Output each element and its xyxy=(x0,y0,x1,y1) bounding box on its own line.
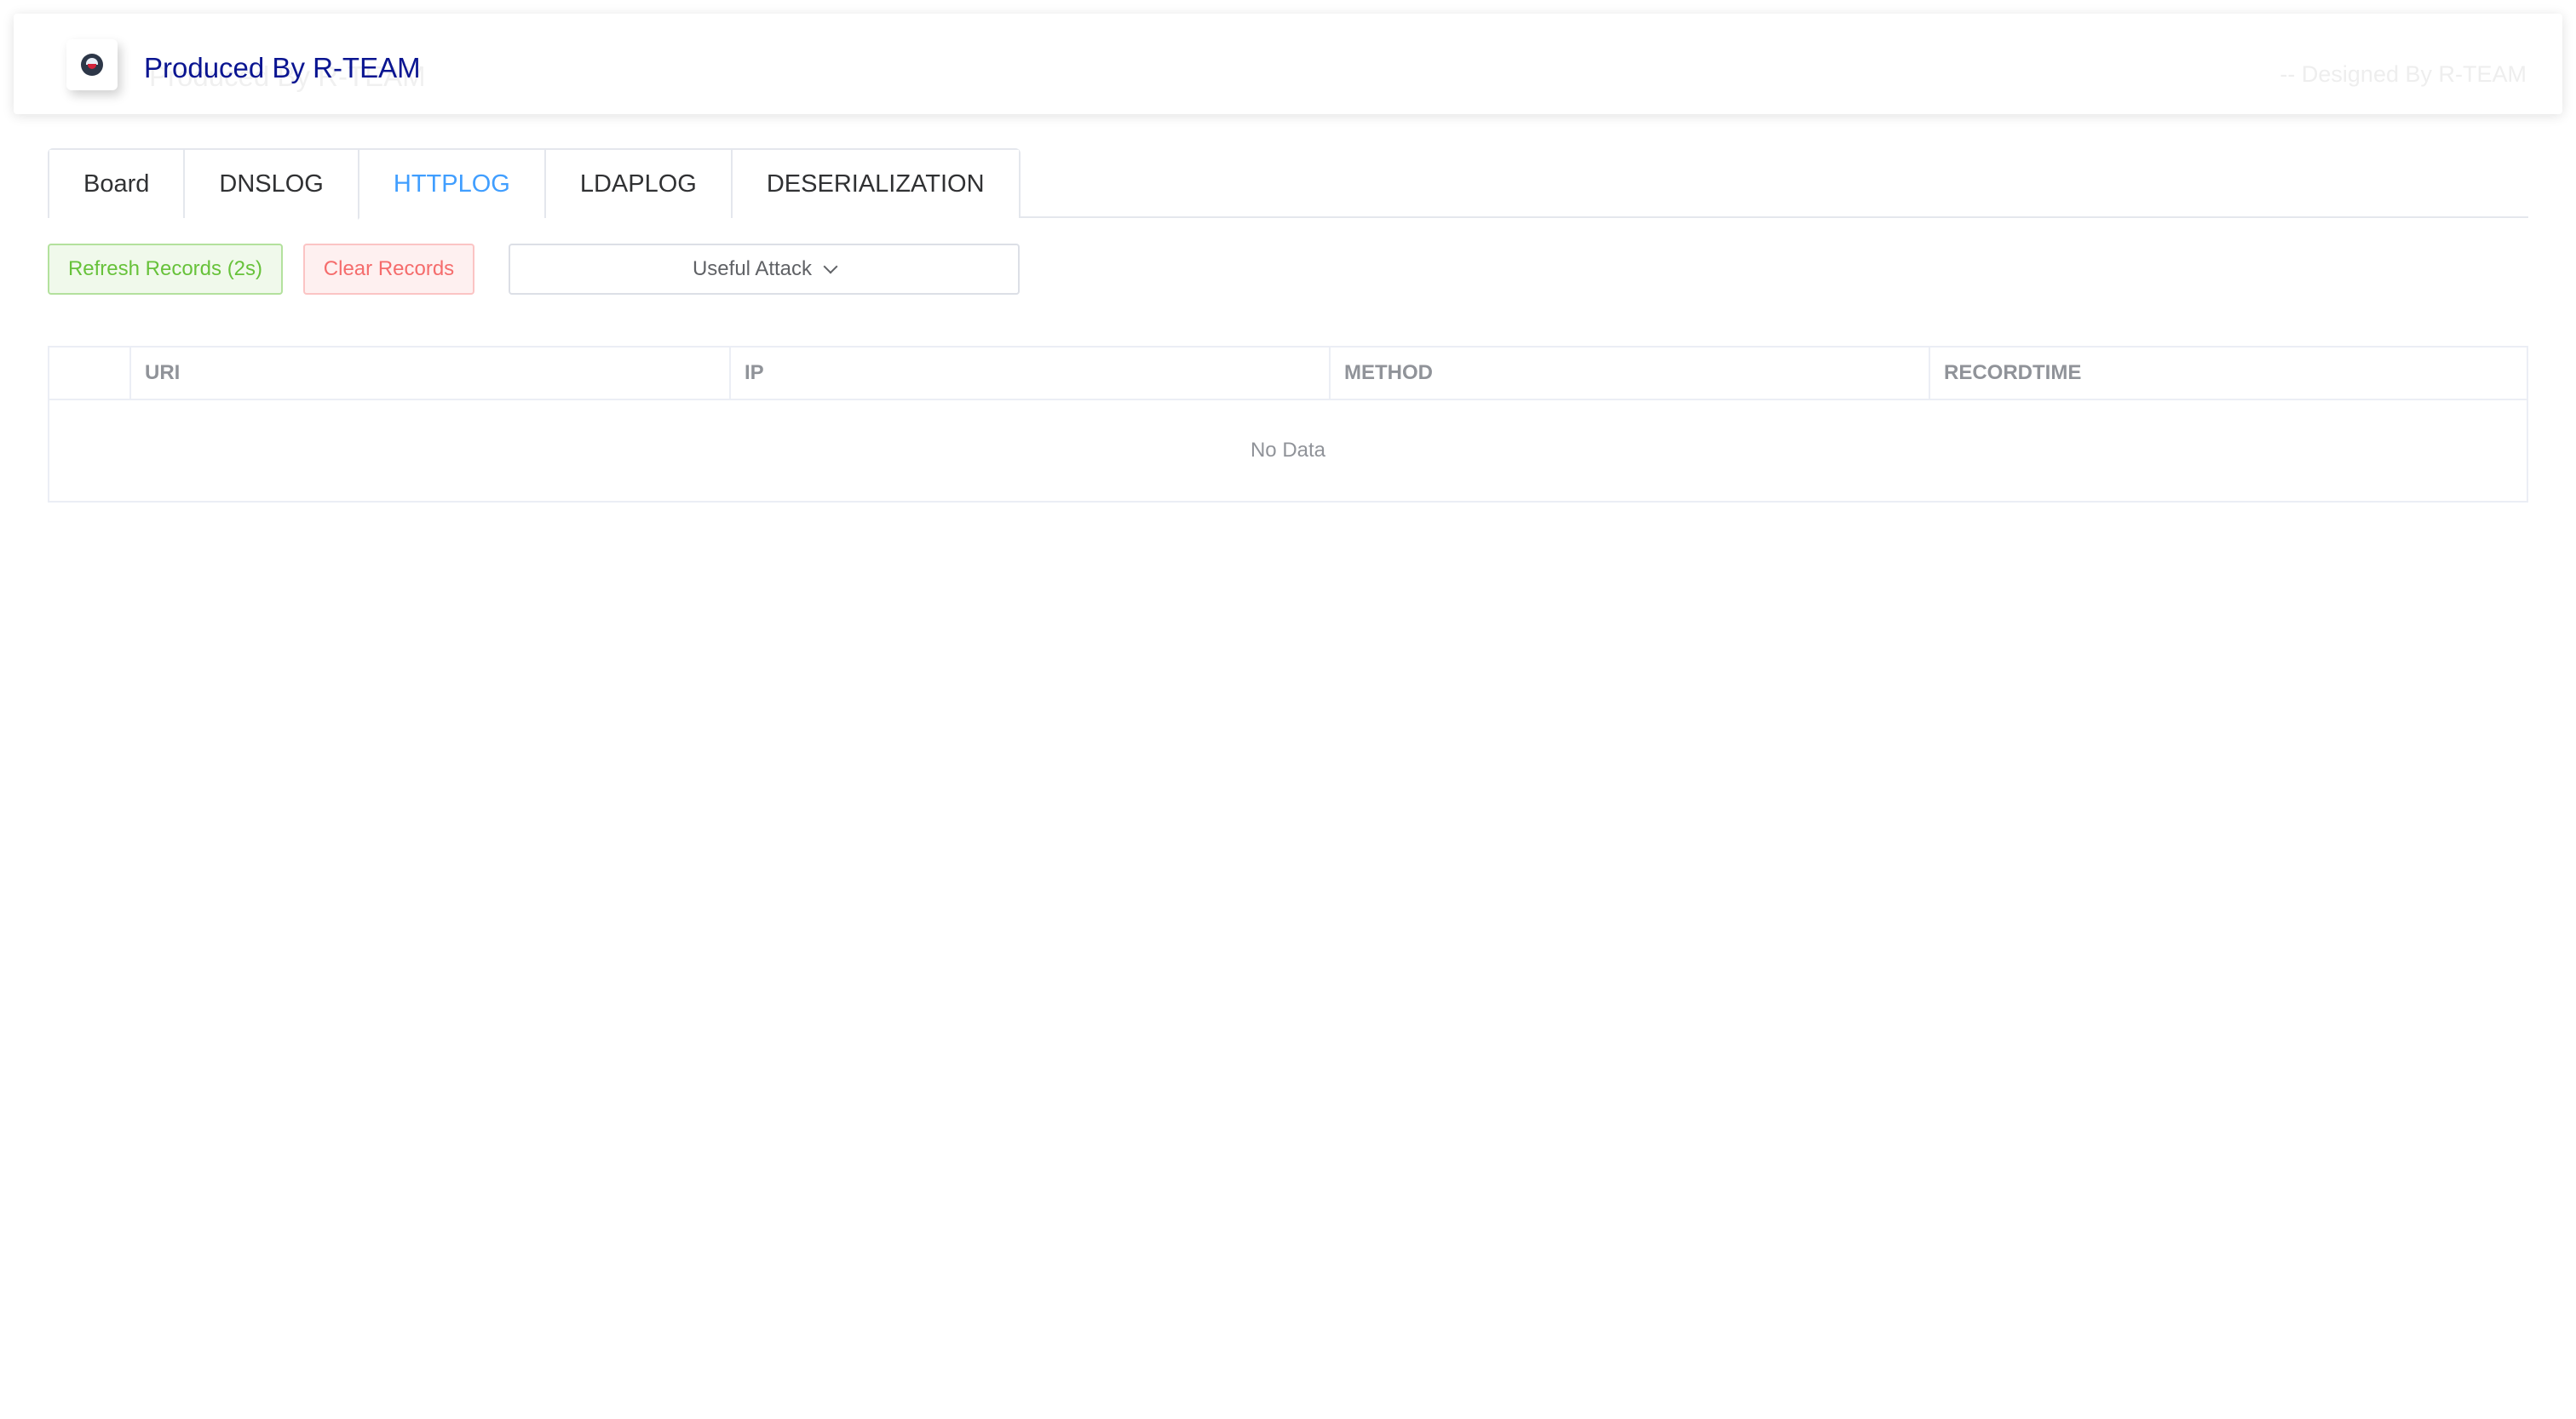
brand-title: Produced By R-TEAM Produced By R-TEAM xyxy=(144,52,426,92)
refresh-records-button[interactable]: Refresh Records (2s) xyxy=(48,244,283,295)
useful-attack-dropdown[interactable]: Useful Attack xyxy=(509,244,1020,295)
chevron-down-icon xyxy=(823,259,838,274)
clear-records-button[interactable]: Clear Records xyxy=(303,244,474,295)
pokeball-logo-icon xyxy=(66,39,118,90)
tab-board[interactable]: Board xyxy=(49,150,184,218)
useful-attack-label: Useful Attack xyxy=(692,257,813,280)
table-header: URI IP METHOD RECORDTIME xyxy=(49,348,2527,400)
tab-deserialization[interactable]: DESERIALIZATION xyxy=(730,150,1019,218)
tab-bar: Board DNSLOG HTTPLOG LDAPLOG DESERIALIZA… xyxy=(48,148,2528,220)
tab-httplog[interactable]: HTTPLOG xyxy=(357,150,544,220)
empty-state-text: No Data xyxy=(1250,439,1326,462)
column-header-uri: URI xyxy=(129,348,729,399)
tab-ldaplog[interactable]: LDAPLOG xyxy=(543,150,731,218)
records-table: URI IP METHOD RECORDTIME No Data xyxy=(48,346,2528,503)
column-header-recordtime: RECORDTIME xyxy=(1929,348,2527,399)
select-column-header xyxy=(49,348,129,399)
tab-dnslog[interactable]: DNSLOG xyxy=(183,150,358,218)
column-header-method: METHOD xyxy=(1329,348,1929,399)
designed-by-text: -- Designed By R-TEAM xyxy=(2280,61,2527,87)
app-header: Produced By R-TEAM Produced By R-TEAM --… xyxy=(14,14,2562,114)
column-header-ip: IP xyxy=(729,348,1329,399)
